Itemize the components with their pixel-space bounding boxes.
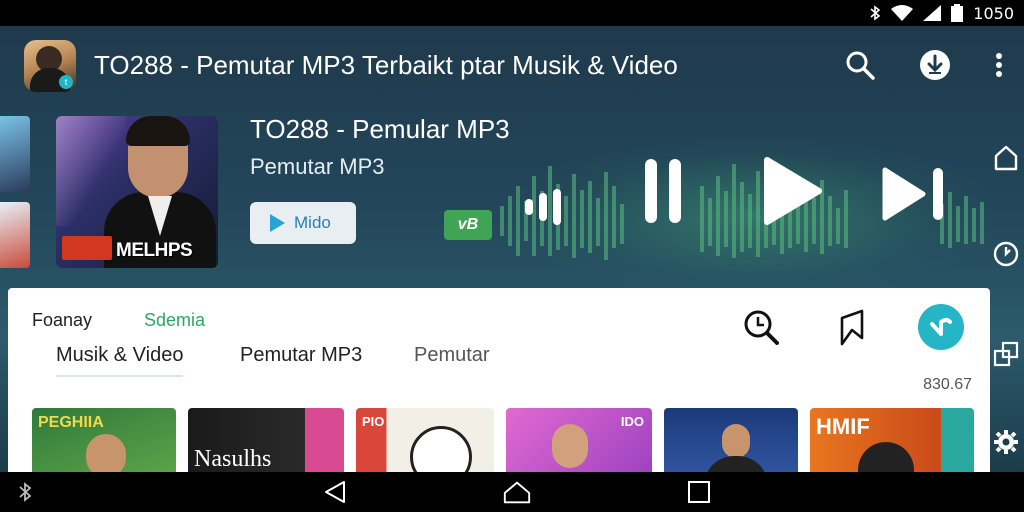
media-tile-caption: HMIF [816,414,870,439]
video-button-label: Mido [294,213,331,232]
media-tile[interactable]: PEGHIIA [32,408,176,472]
media-tile-caption: PIO [362,414,385,429]
app-icon-badge: t [59,75,73,89]
media-tile[interactable] [664,408,798,472]
more-options-button[interactable] [982,48,1016,82]
wifi-icon [891,5,914,21]
bookmark-icon [840,309,864,346]
search-button[interactable] [843,48,877,82]
recents-button[interactable] [684,478,714,506]
play-button[interactable] [760,156,824,226]
media-tile[interactable]: Nasulhs [188,408,344,472]
media-tile-figure [704,456,768,472]
rail-home-button[interactable] [990,142,1022,174]
now-playing-title: TO288 - Pemular MP3 [250,114,510,144]
media-tile-face [86,434,126,472]
media-tile-face [552,424,588,468]
teal-action-icon [930,318,952,336]
app-title: TO288 - Pemutar MP3 Terbaikt ptar Musik … [94,50,678,80]
library-panel: Foanay Sdemia Musik & Video Pemutar MP3 … [8,288,990,472]
track-count: 830.67 [923,376,972,393]
bluetooth-icon [19,482,32,502]
media-tile-face [722,424,750,458]
album-art-tag [62,236,112,260]
signal-icon [923,5,942,21]
home-nav-icon [503,481,531,504]
album-art[interactable]: MELHPS [56,116,218,268]
history-search-button[interactable] [738,304,784,350]
nav-bluetooth [10,478,40,506]
back-icon [325,481,345,503]
chip-foanay[interactable]: Foanay [32,310,92,331]
skip-next-button[interactable] [880,166,946,222]
media-grid: PEGHIIA Nasulhs PIO IDO HMIF [32,408,982,472]
pause-button[interactable] [640,156,686,226]
media-tile-record [410,426,472,472]
overlap-icon [993,341,1019,367]
media-tile[interactable]: PIO [356,408,494,472]
previous-track-thumb[interactable] [0,202,30,268]
download-button[interactable] [918,48,952,82]
more-vert-icon [996,53,1002,77]
search-icon [846,51,875,80]
status-bar: 1050 [0,0,1024,26]
rail-clock-button[interactable] [990,238,1022,270]
history-search-icon [744,310,779,345]
app-icon[interactable]: t [24,40,76,92]
system-nav-bar [0,472,1024,512]
pause-icon [645,159,681,223]
now-playing-subtitle: Pemutar MP3 [250,154,385,179]
home-icon [994,145,1018,171]
media-tile-caption: Nasulhs [194,446,272,472]
download-icon [920,50,950,80]
play-icon [764,157,822,225]
album-caption: MELHPS [116,240,193,261]
volume-button[interactable] [522,186,568,228]
recents-icon [688,481,710,503]
teal-action-button[interactable] [918,304,964,350]
rail-settings-button[interactable] [990,426,1022,458]
tab-pemutar[interactable]: Pemutar [414,344,490,375]
media-tile-caption: PEGHIIA [38,414,104,431]
tab-musik-video[interactable]: Musik & Video [56,344,184,377]
tab-pemutar-mp3[interactable]: Pemutar MP3 [240,344,362,375]
clock-time: 1050 [973,3,1014,23]
settings-icon [994,430,1018,454]
album-art-hair [126,116,190,146]
chip-sdemia[interactable]: Sdemia [144,310,205,331]
media-tile[interactable]: HMIF [810,408,974,472]
previous-track-thumb[interactable] [0,116,30,192]
play-small-icon [270,214,285,232]
media-tile[interactable]: IDO [506,408,652,472]
app-screen: t TO288 - Pemutar MP3 Terbaikt ptar Musi… [0,26,1024,472]
back-button[interactable] [320,478,350,506]
media-tile-caption: IDO [620,414,644,429]
vb-badge[interactable]: vB [444,210,492,240]
skip-next-icon [882,167,943,221]
clock-icon [993,241,1019,267]
home-nav-button[interactable] [502,478,532,506]
bookmark-button[interactable] [830,304,876,350]
media-tile-record [858,442,914,472]
status-icons: 1050 [869,3,1014,23]
bluetooth-icon [870,5,881,21]
rail-overlap-button[interactable] [990,338,1022,370]
battery-icon [951,4,964,22]
volume-icon [525,189,561,225]
video-button[interactable]: Mido [250,202,356,244]
app-header: t TO288 - Pemutar MP3 Terbaikt ptar Musi… [0,26,1024,102]
